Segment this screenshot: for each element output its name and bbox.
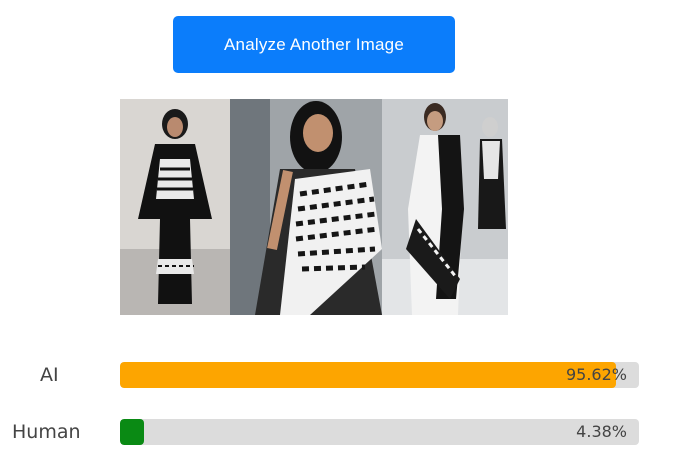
human-probability-fill [120, 419, 144, 445]
analyze-another-image-button[interactable]: Analyze Another Image [173, 16, 455, 73]
human-probability-value: 4.38% [576, 422, 627, 441]
human-probability-bar: 4.38% [120, 419, 639, 445]
ai-probability-fill [120, 362, 616, 388]
analyzed-image [120, 99, 508, 315]
human-result-label: Human [12, 421, 81, 443]
ai-probability-bar: 95.62% [120, 362, 639, 388]
ai-probability-value: 95.62% [565, 365, 627, 384]
ai-result-label: AI [40, 364, 59, 386]
analysis-result-page: Analyze Another Image AI 95.62% Human 4.… [0, 0, 677, 466]
